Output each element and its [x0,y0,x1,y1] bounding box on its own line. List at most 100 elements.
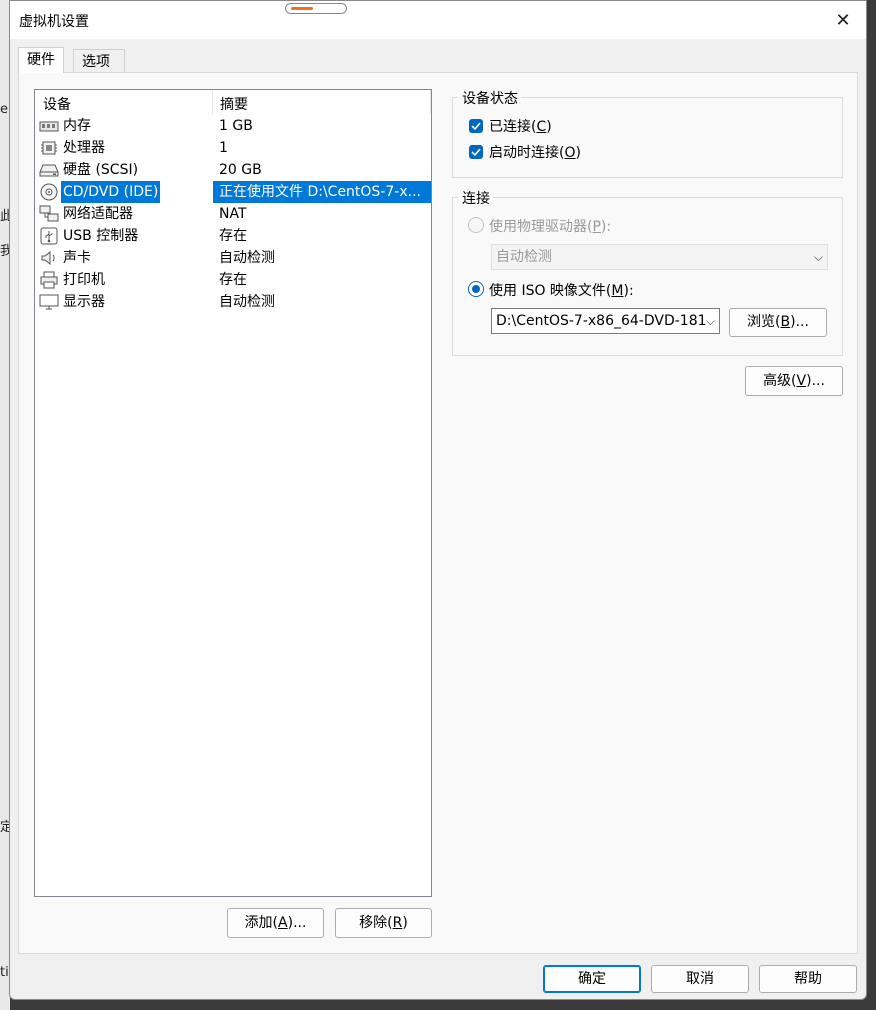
browse-button[interactable]: 浏览(B)... [729,308,827,337]
device-summary: 20 GB [219,162,262,178]
list-item[interactable]: 硬盘 (SCSI) 20 GB [35,159,431,181]
column-header-summary[interactable]: 摘要 [220,94,248,114]
device-name: CD/DVD (IDE) [61,181,161,203]
device-name: 显示器 [63,294,105,310]
connected-checkbox[interactable] [469,119,483,133]
list-item[interactable]: 内存 1 GB [35,115,431,137]
harddisk-icon [39,164,59,177]
iso-path-combo[interactable]: D:\CentOS-7-x86_64-DVD-181 ⌵ [491,308,720,334]
tab-hardware[interactable]: 硬件 [18,47,64,73]
chevron-down-icon: ⌵ [813,250,823,264]
button-label-suffix: )... [790,314,809,330]
sound-icon [41,250,55,266]
button-label: 取消 [686,971,714,987]
list-item[interactable]: USB 控制器 存在 [35,225,431,247]
button-label-suffix: )... [287,915,307,931]
device-name: 处理器 [63,140,105,156]
help-button[interactable]: 帮助 [759,965,857,993]
memory-icon [39,121,59,132]
label-text: 使用物理驱动器( [489,219,593,235]
column-divider[interactable] [212,90,213,114]
button-accelerator: B [780,314,791,330]
label-suffix: ): [600,219,612,235]
checkmark-icon [471,148,481,157]
device-summary: 自动检测 [219,294,275,310]
device-summary: 正在使用文件 D:\CentOS-7-x... [213,181,431,203]
list-item[interactable]: CD/DVD (IDE) 正在使用文件 D:\CentOS-7-x... [35,181,431,203]
label-accelerator: O [564,145,576,161]
advanced-button[interactable]: 高级(V)... [745,366,843,396]
device-summary: 1 [219,140,228,156]
label-suffix: ) [546,119,552,135]
list-item[interactable]: 打印机 存在 [35,269,431,291]
label-text: 已连接( [489,119,537,135]
add-device-button[interactable]: 添加(A)... [227,908,324,938]
label-accelerator: P [592,219,601,235]
close-icon: ✕ [835,9,851,31]
list-header: 设备 摘要 [35,90,431,115]
combo-value: D:\CentOS-7-x86_64-DVD-181 [496,313,707,329]
vm-settings-dialog: 虚拟机设置 ✕ 硬件 选项 设备 摘要 内存 1 GB 处理器 1 硬盘 (SC… [9,0,867,1000]
button-label-suffix: ) [402,915,408,931]
title-bar[interactable]: 虚拟机设置 ✕ [10,1,866,39]
usb-icon [40,227,58,245]
select-value: 自动检测 [496,249,552,265]
label-text: 使用 ISO 映像文件( [489,283,612,299]
label-accelerator: M [611,283,624,299]
chevron-down-icon: ⌵ [705,314,715,328]
physical-drive-label[interactable]: 使用物理驱动器(P): [489,216,611,236]
device-summary: 1 GB [219,118,253,134]
device-summary: 自动检测 [219,250,275,266]
column-header-device[interactable]: 设备 [43,94,71,114]
physical-drive-radio[interactable] [468,217,484,233]
group-title: 连接 [459,188,493,208]
button-label: 移除( [359,915,393,931]
device-status-group: 设备状态 已连接(C) 启动时连接(O) [452,88,843,178]
group-title: 设备状态 [459,88,521,108]
label-suffix: ): [623,283,634,299]
connect-on-poweron-label[interactable]: 启动时连接(O) [489,142,581,162]
close-button[interactable]: ✕ [820,1,866,39]
cancel-button[interactable]: 取消 [651,965,749,993]
printer-icon [40,271,58,289]
physical-drive-select[interactable]: 自动检测 ⌵ [491,244,828,270]
device-name: 声卡 [63,250,91,266]
button-label: 帮助 [794,971,822,987]
device-list[interactable]: 设备 摘要 内存 1 GB 处理器 1 硬盘 (SCSI) 20 GB CD/D… [34,89,432,897]
device-name: USB 控制器 [63,228,139,244]
connection-group: 连接 使用物理驱动器(P): 自动检测 ⌵ 使用 ISO 映像文件(M): D:… [452,188,843,356]
snap-handle[interactable] [285,3,347,14]
cd-dvd-icon [40,183,58,201]
list-item[interactable]: 处理器 1 [35,137,431,159]
device-name: 网络适配器 [63,206,133,222]
list-item[interactable]: 显示器 自动检测 [35,291,431,313]
tab-options[interactable]: 选项 [73,49,125,73]
button-accelerator: V [796,373,807,389]
connect-on-poweron-checkbox[interactable] [469,145,483,159]
button-label: 高级( [763,373,797,389]
connected-label[interactable]: 已连接(C) [489,116,552,136]
network-adapter-icon [39,205,59,222]
list-item[interactable]: 声卡 自动检测 [35,247,431,269]
button-label-suffix: )... [806,373,825,389]
label-accelerator: C [536,119,547,135]
button-label: 浏览( [747,314,781,330]
processor-icon [41,141,57,155]
tab-label: 硬件 [27,52,55,68]
button-label: 确定 [578,971,606,987]
remove-device-button[interactable]: 移除(R) [335,908,432,938]
ok-button[interactable]: 确定 [543,965,641,993]
device-summary: NAT [219,206,247,222]
list-item[interactable]: 网络适配器 NAT [35,203,431,225]
label-suffix: ) [575,145,581,161]
column-divider[interactable] [430,90,431,114]
device-name: 硬盘 (SCSI) [63,162,139,178]
iso-image-radio[interactable] [468,281,484,297]
iso-image-label[interactable]: 使用 ISO 映像文件(M): [489,280,634,300]
device-summary: 存在 [219,228,247,244]
tab-label: 选项 [82,54,110,70]
button-accelerator: A [278,915,288,931]
dialog-title: 虚拟机设置 [19,14,89,30]
device-summary: 存在 [219,272,247,288]
device-name: 打印机 [63,272,105,288]
